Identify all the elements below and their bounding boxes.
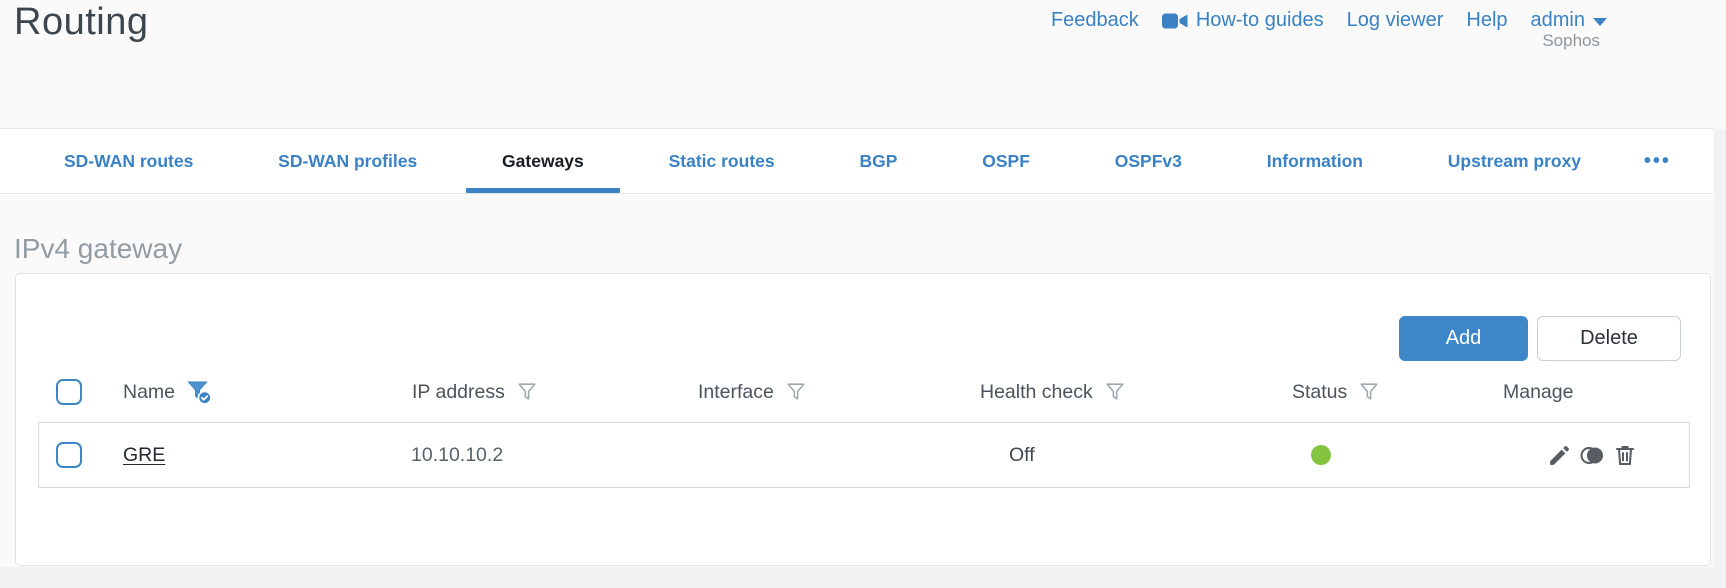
table-toolbar: Add Delete — [1399, 316, 1681, 361]
tab-sdwan-profiles[interactable]: SD-WAN profiles — [238, 129, 457, 193]
table-row: GRE 10.10.10.2 Off — [38, 422, 1690, 488]
ipv4-gateway-panel: Add Delete Name IP address Interface Hea… — [15, 273, 1711, 566]
tab-static-routes[interactable]: Static routes — [629, 129, 815, 193]
appliance-brand-label: Sophos — [1542, 31, 1600, 50]
page-title: Routing — [14, 1, 149, 43]
right-page-gutter — [1714, 129, 1726, 588]
gateway-manage-cell — [1547, 423, 1637, 487]
gateway-name-link[interactable]: GRE — [123, 444, 165, 467]
header-links: Feedback How-to guides Log viewer Help a… — [1051, 9, 1607, 32]
interface-filter-icon[interactable] — [785, 381, 807, 403]
bottom-page-gutter — [0, 567, 1726, 588]
status-up-indicator — [1311, 445, 1331, 465]
tab-ospfv3[interactable]: OSPFv3 — [1075, 129, 1222, 193]
section-title: IPv4 gateway — [14, 233, 183, 264]
tab-more-ellipsis[interactable]: ••• — [1626, 129, 1689, 193]
edit-icon[interactable] — [1547, 443, 1572, 468]
routing-tabbar: SD-WAN routes SD-WAN profiles Gateways S… — [0, 128, 1713, 194]
row-checkbox[interactable] — [56, 442, 82, 468]
clone-icon[interactable] — [1579, 443, 1606, 468]
gateway-ip-cell: 10.10.10.2 — [411, 443, 504, 466]
howto-guides-link[interactable]: How-to guides — [1161, 9, 1324, 32]
column-header-interface: Interface — [698, 374, 807, 410]
feedback-link[interactable]: Feedback — [1051, 9, 1139, 32]
log-viewer-link[interactable]: Log viewer — [1347, 9, 1444, 32]
select-all-checkbox[interactable] — [56, 379, 82, 405]
column-header-name: Name — [123, 374, 212, 410]
help-link[interactable]: Help — [1466, 9, 1507, 32]
tab-gateways[interactable]: Gateways — [462, 129, 624, 193]
name-filter-active-icon[interactable] — [186, 379, 212, 405]
tab-bgp[interactable]: BGP — [819, 129, 937, 193]
routing-page: Routing Feedback How-to guides Log viewe… — [0, 0, 1726, 588]
column-header-status: Status — [1292, 374, 1380, 410]
row-select-cell — [56, 423, 82, 487]
tab-sdwan-routes[interactable]: SD-WAN routes — [24, 129, 233, 193]
column-header-manage: Manage — [1503, 380, 1574, 403]
gateway-status-cell — [1311, 423, 1331, 487]
delete-trash-icon[interactable] — [1613, 443, 1637, 468]
health-check-filter-icon[interactable] — [1104, 381, 1126, 403]
add-button[interactable]: Add — [1399, 316, 1528, 361]
ip-filter-icon[interactable] — [516, 381, 538, 403]
tab-ospf[interactable]: OSPF — [942, 129, 1070, 193]
column-header-ip-address: IP address — [412, 374, 538, 410]
video-camera-icon — [1161, 12, 1188, 30]
table-header-row: Name IP address Interface Health check S… — [16, 374, 1710, 410]
chevron-down-icon — [1593, 18, 1607, 26]
tab-upstream-proxy[interactable]: Upstream proxy — [1408, 129, 1621, 193]
gateway-name-cell: GRE — [123, 423, 165, 487]
status-filter-icon[interactable] — [1358, 381, 1380, 403]
delete-button[interactable]: Delete — [1537, 316, 1681, 361]
column-header-health-check: Health check — [980, 374, 1126, 410]
gateway-health-check-cell: Off — [1009, 443, 1035, 466]
admin-menu[interactable]: admin — [1531, 9, 1607, 32]
header-select-cell — [56, 374, 82, 410]
tab-information[interactable]: Information — [1227, 129, 1403, 193]
